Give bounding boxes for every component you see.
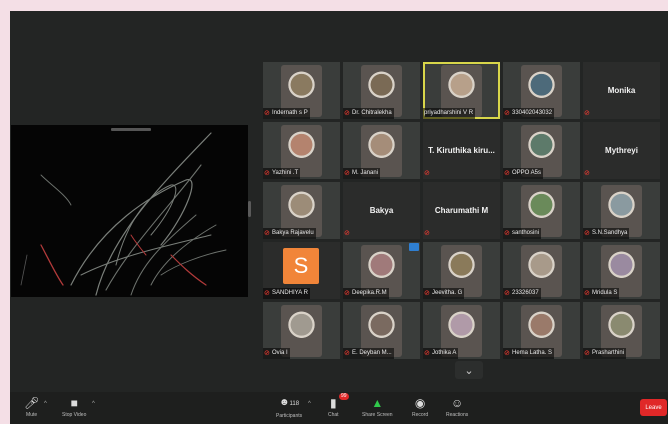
participant-name-label: E. Deyban M... [343,348,394,359]
record-icon: ◉ [414,396,426,410]
participant-tile[interactable]: Jothika A ⊘ [423,302,500,359]
participant-tile[interactable]: S SANDHIYA R ⊘ [263,242,340,299]
muted-mic-icon: ⊘ [344,350,350,357]
muted-mic-icon: ⊘ [584,290,590,297]
muted-mic-icon: ⊘ [424,230,430,237]
participant-tile[interactable]: Bakya ⊘ [343,182,420,239]
participant-tile[interactable]: Hema Latha. S ⊘ [503,302,580,359]
whiteboard-drawing [20,132,227,296]
muted-mic-icon: ⊘ [344,230,350,237]
chat-badge: 99 [338,393,349,400]
participant-tile[interactable]: OPPO A5s ⊘ [503,122,580,179]
participant-display-name: Monika [607,86,636,95]
reactions-button[interactable]: ☺ Reactions [446,395,468,419]
muted-mic-icon: ⊘ [264,350,270,357]
chat-icon: ▮ 99 [329,393,349,410]
participant-name-label: 330402043032 [503,108,555,119]
participant-tile[interactable]: Deepika.R.M ⊘ [343,242,420,299]
next-page-button[interactable]: ⌄ [455,361,483,379]
participant-tile[interactable]: Prasharthini ⊘ [583,302,660,359]
muted-mic-icon: ⊘ [504,170,510,177]
chat-label: Chat [328,412,339,418]
leave-label: Leave [645,404,662,411]
leave-button[interactable]: Leave [640,399,667,416]
participant-tile[interactable]: M. Janani ⊘ [343,122,420,179]
panel-resize-handle[interactable] [248,201,251,217]
participant-tile[interactable]: Jeevitha. G ⊘ [423,242,500,299]
participant-name-label: Dr. Chitralekha [343,108,394,119]
participant-display-name: Charumathi M [434,206,489,215]
muted-mic-icon: ⊘ [504,350,510,357]
stop-video-button[interactable]: ■ Stop Video [62,395,86,419]
audio-options-caret[interactable]: ^ [44,401,47,407]
video-options-caret[interactable]: ^ [92,401,95,407]
muted-mic-icon: ⊘ [344,110,350,117]
participant-tile[interactable]: Monika ⊘ [583,62,660,119]
participant-name-label: Indernath s P [263,108,310,119]
participant-tile[interactable]: priyadharshini V R [423,62,500,119]
record-button[interactable]: ◉ Record [412,395,428,419]
muted-mic-icon: ⊘ [264,290,270,297]
participant-tile[interactable]: 23326037 ⊘ [503,242,580,299]
zoom-meeting-window: Indernath s P ⊘ Dr. Chitralekha ⊘ priyadhars… [10,11,668,424]
participants-options-caret[interactable]: ^ [308,401,311,407]
participant-tile[interactable]: Bakya Rajavelu ⊘ [263,182,340,239]
participants-label: Participants [276,413,303,419]
muted-mic-icon: ⊘ [504,230,510,237]
chat-button[interactable]: ▮ 99 Chat [328,393,349,419]
participant-tile[interactable]: E. Deyban M... ⊘ [343,302,420,359]
participant-display-name: Mythreyi [605,146,638,155]
participant-tile[interactable]: T. Kiruthika kiru... ⊘ [423,122,500,179]
participant-name-label: Hema Latha. S [503,348,555,359]
participant-tile[interactable]: 330402043032 ⊘ [503,62,580,119]
participant-display-name: T. Kiruthika kiru... [428,146,495,155]
muted-mic-icon: ⊘ [584,170,590,177]
muted-mic-icon: ⊘ [424,170,430,177]
participants-button[interactable]: ☻118 Participants [276,395,302,420]
participant-tile[interactable]: Yazhini .T ⊘ [263,122,340,179]
participant-name-label: priyadharshini V R [423,108,476,119]
participant-name-label: SANDHIYA R [263,288,310,299]
reactions-icon: ☺ [450,396,464,410]
meeting-toolbar: 🎤︎ Mute ^ ■ Stop Video ^ ☻118 Participan… [10,392,668,424]
muted-mic-icon: ⊘ [504,290,510,297]
muted-mic-icon: ⊘ [264,170,270,177]
record-label: Record [412,412,429,418]
participant-tile[interactable]: Ovia I ⊘ [263,302,340,359]
share-screen-label: Share Screen [362,412,393,418]
share-screen-button[interactable]: ▲ Share Screen [362,395,393,419]
stop-video-label: Stop Video [62,412,87,418]
share-screen-icon: ▲ [371,396,384,410]
muted-mic-icon: ⊘ [424,350,430,357]
muted-mic-icon: ⊘ [584,230,590,237]
chevron-down-icon: ⌄ [464,364,474,377]
participant-display-name: Bakya [369,206,394,215]
mute-label: Mute [26,412,38,418]
mute-button[interactable]: 🎤︎ Mute [24,395,39,419]
muted-mic-icon: ⊘ [344,170,350,177]
muted-mic-icon: ⊘ [504,110,510,117]
participants-count: 118 [289,401,300,407]
shared-screen [11,125,248,297]
participant-tile[interactable]: Mridula S ⊘ [583,242,660,299]
participant-tile[interactable]: Indernath s P ⊘ [263,62,340,119]
muted-mic-icon: ⊘ [344,290,350,297]
muted-mic-icon: ⊘ [264,230,270,237]
muted-mic-icon: ⊘ [424,290,430,297]
muted-mic-icon: ⊘ [584,350,590,357]
participant-name-label: Bakya Rajavelu [263,228,316,239]
participant-tile[interactable]: santhosini ⊘ [503,182,580,239]
participant-tile[interactable]: Mythreyi ⊘ [583,122,660,179]
participants-icon: ☻118 [279,397,300,408]
participant-tile[interactable]: Dr. Chitralekha ⊘ [343,62,420,119]
participant-tile[interactable]: Charumathi M ⊘ [423,182,500,239]
muted-mic-icon: ⊘ [584,110,590,117]
participant-tile[interactable]: S.N.Sandhya ⊘ [583,182,660,239]
participant-avatar: S [283,248,319,284]
screen-share-badge-icon [409,243,419,251]
video-camera-icon: ■ [70,396,78,410]
muted-mic-icon: ⊘ [264,110,270,117]
reactions-label: Reactions [446,412,469,418]
microphone-icon: 🎤︎ [24,396,40,410]
